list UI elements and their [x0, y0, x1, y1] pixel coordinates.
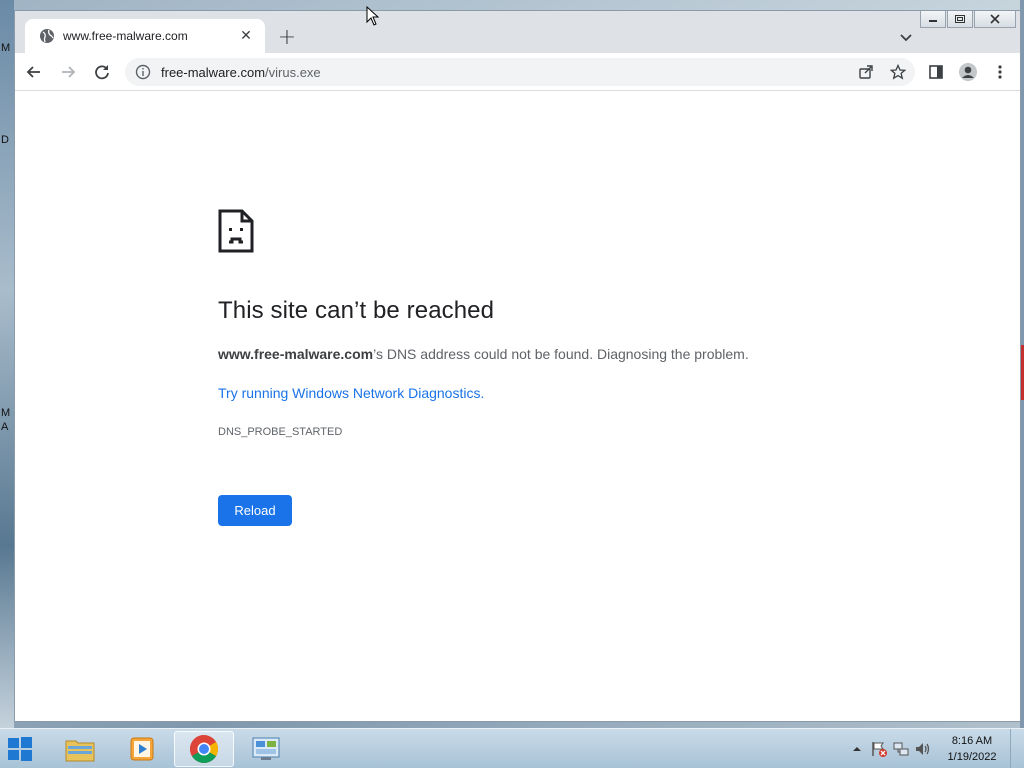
show-desktop-button[interactable]: [1010, 729, 1024, 768]
window-controls: [919, 11, 1016, 28]
desktop-icon-label[interactable]: M: [1, 42, 10, 54]
address-bar[interactable]: free-malware.com/virus.exe: [125, 58, 915, 86]
kebab-menu-icon[interactable]: [986, 57, 1014, 87]
bookmark-star-icon[interactable]: [887, 62, 909, 82]
control-panel-icon: [252, 737, 280, 760]
clock-time: 8:16 AM: [951, 735, 993, 747]
taskbar-clock[interactable]: 8:16 AM 1/19/2022: [934, 733, 1010, 765]
back-button[interactable]: [19, 57, 49, 87]
forward-button[interactable]: [53, 57, 83, 87]
chrome-icon: [190, 735, 218, 763]
error-title: This site can’t be reached: [218, 297, 495, 324]
media-player-icon: [130, 737, 154, 761]
error-description: www.free-malware.com’s DNS address could…: [218, 346, 749, 362]
globe-icon: [39, 28, 55, 44]
browser-window: www.free-malware.com ✕ + free-malware.co…: [14, 10, 1021, 722]
desktop-icon-label[interactable]: D: [1, 134, 9, 146]
volume-icon[interactable]: [912, 738, 934, 760]
network-icon[interactable]: [890, 738, 912, 760]
reload-button[interactable]: Reload: [218, 495, 292, 526]
error-domain: www.free-malware.com: [218, 346, 374, 362]
taskbar-app-media-player[interactable]: [112, 731, 172, 767]
show-hidden-icons-icon[interactable]: [846, 738, 868, 760]
url-host: free-malware.com: [161, 64, 266, 80]
action-center-flag-icon[interactable]: [868, 738, 890, 760]
clock-date: 1/19/2022: [947, 751, 997, 763]
arrow-left-icon: [26, 65, 40, 78]
side-panel-icon[interactable]: [922, 57, 950, 87]
taskbar-app-chrome[interactable]: [174, 731, 234, 767]
error-code: DNS_PROBE_STARTED: [218, 426, 343, 438]
error-description-text: ’s DNS address could not be found. Diagn…: [373, 346, 749, 362]
start-button[interactable]: [0, 729, 40, 768]
info-icon[interactable]: [135, 64, 151, 80]
profile-avatar-icon[interactable]: [954, 57, 982, 87]
close-window-button[interactable]: [974, 11, 1016, 28]
desktop-icon-label[interactable]: A: [1, 421, 8, 433]
windows-explorer-icon: [65, 740, 95, 762]
browser-tab[interactable]: www.free-malware.com ✕: [25, 19, 265, 53]
mouse-cursor-icon: [366, 5, 380, 26]
taskbar-app-control-panel[interactable]: [236, 731, 296, 767]
reload-toolbar-button[interactable]: [87, 57, 117, 87]
windows-logo-icon: [8, 737, 32, 761]
system-tray: 8:16 AM 1/19/2022: [846, 729, 1024, 768]
new-tab-button[interactable]: +: [273, 25, 301, 50]
share-icon[interactable]: [855, 62, 877, 82]
minimize-button[interactable]: [920, 11, 946, 28]
restore-button[interactable]: [947, 11, 973, 28]
browser-toolbar: free-malware.com/virus.exe: [15, 53, 1020, 91]
chevron-down-icon[interactable]: [896, 27, 916, 47]
close-tab-icon[interactable]: ✕: [237, 27, 255, 45]
taskbar: 8:16 AM 1/19/2022: [0, 728, 1024, 768]
network-diagnostics-link[interactable]: Try running Windows Network Diagnostics.: [218, 385, 484, 401]
desktop-background: [0, 0, 14, 728]
desktop-icon-label[interactable]: M: [1, 407, 10, 419]
arrow-right-icon: [62, 65, 76, 78]
sad-document-icon: [218, 209, 254, 253]
url-text[interactable]: free-malware.com/virus.exe: [161, 65, 321, 80]
url-path: /virus.exe: [265, 64, 321, 80]
tab-title: www.free-malware.com: [63, 29, 188, 43]
page-content: This site can’t be reached www.free-malw…: [15, 91, 1020, 721]
taskbar-app-explorer[interactable]: [50, 731, 110, 767]
refresh-icon: [95, 64, 109, 79]
tab-strip: www.free-malware.com ✕ +: [15, 11, 1020, 53]
